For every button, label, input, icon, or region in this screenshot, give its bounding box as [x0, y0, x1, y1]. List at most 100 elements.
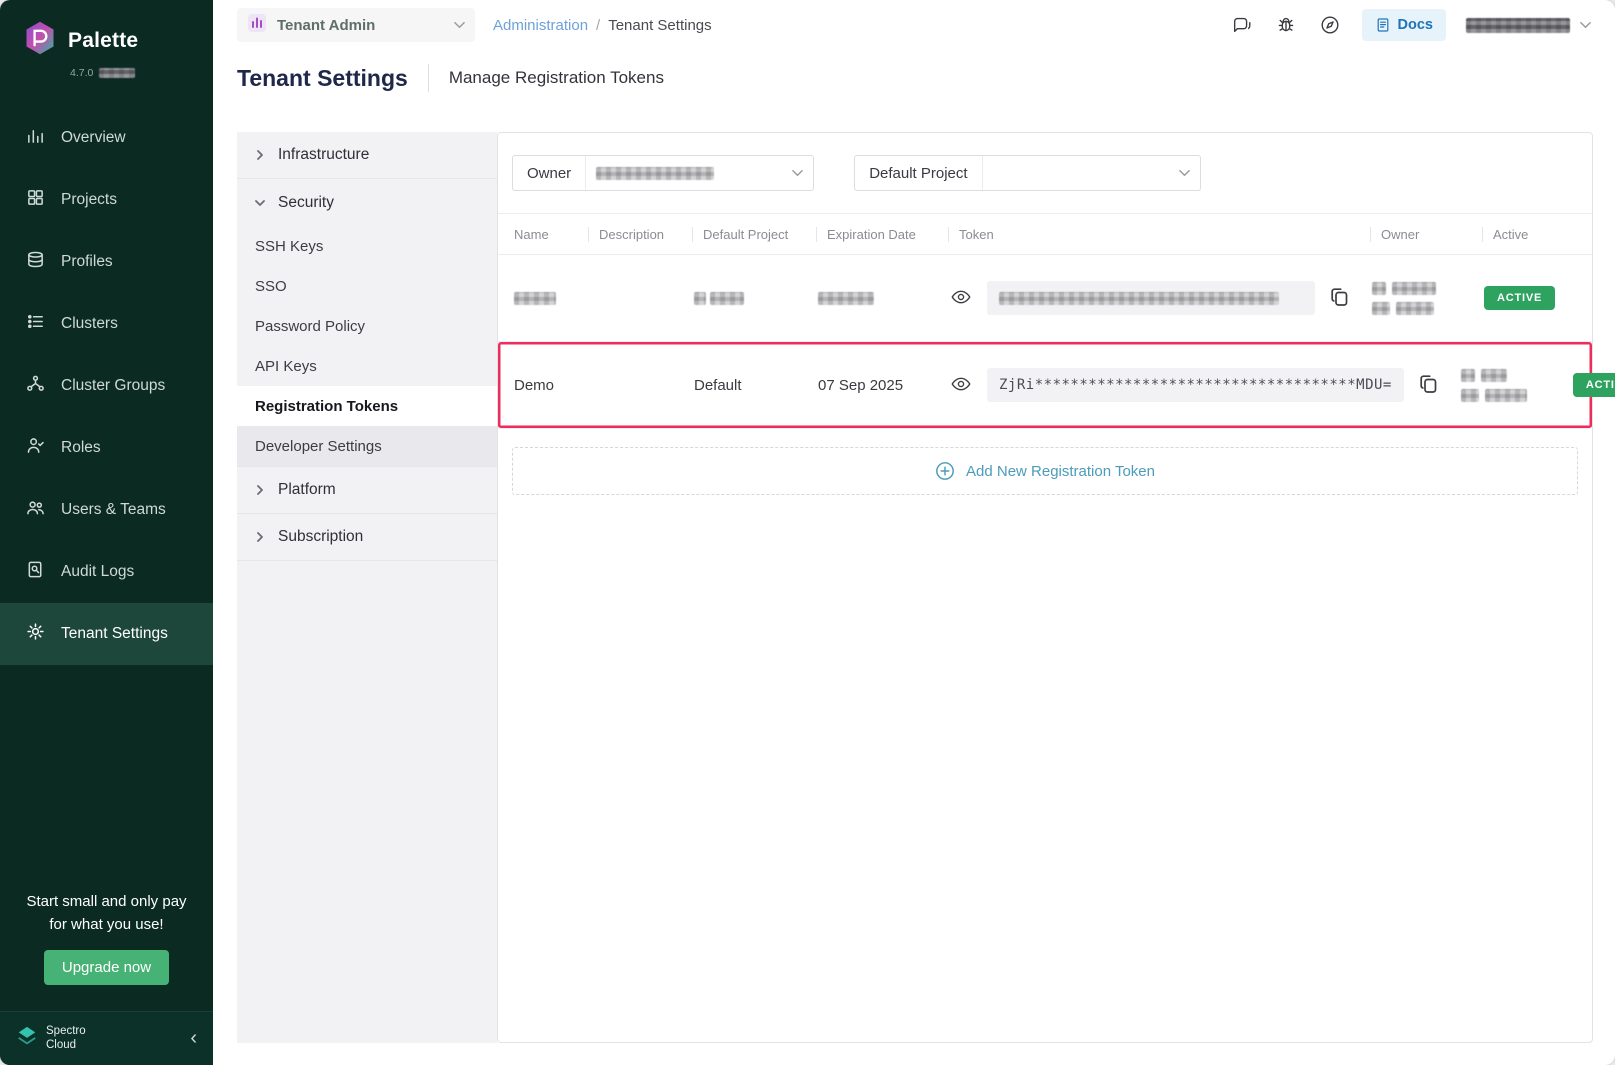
sidebar-item-label: Users & Teams: [61, 501, 166, 519]
sidebar-item-label: Roles: [61, 439, 101, 457]
upgrade-now-button[interactable]: Upgrade now: [44, 950, 169, 985]
promo-text-line2: for what you use!: [14, 913, 199, 936]
sidebar-item-label: Clusters: [61, 315, 118, 333]
upgrade-promo: Start small and only pay for what you us…: [0, 890, 213, 996]
settings-group-subscription[interactable]: Subscription: [237, 514, 497, 561]
reveal-token-eye-icon[interactable]: [950, 373, 974, 397]
sidebar-item-audit-logs[interactable]: Audit Logs: [0, 541, 213, 603]
sidebar-item-label: Overview: [61, 129, 126, 147]
column-header-owner: Owner: [1370, 227, 1482, 242]
sidebar-collapse-button[interactable]: ‹: [190, 1027, 197, 1050]
filters-row: Owner Default Project: [498, 133, 1592, 213]
breadcrumb: Administration / Tenant Settings: [493, 17, 712, 34]
cell-default-project: Default: [692, 377, 816, 394]
column-header-default-project: Default Project: [692, 227, 816, 242]
token-value-field: [987, 281, 1315, 315]
status-badge: ACTIVE: [1484, 286, 1555, 310]
spectro-cloud-logo-icon: [16, 1025, 38, 1052]
owner-filter-select[interactable]: [585, 156, 813, 190]
page-title: Tenant Settings: [237, 65, 408, 92]
topbar-actions: Docs: [1230, 9, 1591, 41]
projects-icon: [26, 188, 45, 212]
clusters-icon: [26, 312, 45, 336]
sidebar-item-profiles[interactable]: Profiles: [0, 231, 213, 293]
settings-item-ssh-keys[interactable]: SSH Keys: [237, 226, 497, 266]
docs-label: Docs: [1398, 17, 1433, 33]
registration-tokens-panel: Owner Default Project Name: [497, 132, 1593, 1043]
sidebar-item-cluster-groups[interactable]: Cluster Groups: [0, 355, 213, 417]
security-items: SSH Keys SSO Password Policy API Keys Re…: [237, 226, 497, 467]
scope-label: Tenant Admin: [277, 17, 444, 34]
sidebar-item-projects[interactable]: Projects: [0, 169, 213, 231]
feedback-chat-icon[interactable]: [1230, 13, 1254, 37]
page-header: Tenant Settings Manage Registration Toke…: [213, 50, 1615, 106]
default-project-filter-label: Default Project: [855, 156, 981, 190]
user-menu[interactable]: [1466, 18, 1591, 33]
settings-item-sso[interactable]: SSO: [237, 266, 497, 306]
promo-text-line1: Start small and only pay: [14, 890, 199, 913]
table-row[interactable]: ACTIVE: [498, 255, 1592, 342]
cell-name: [512, 290, 588, 307]
sidebar-item-label: Tenant Settings: [61, 625, 168, 643]
sidebar-item-label: Projects: [61, 191, 117, 209]
chevron-down-icon: [255, 198, 265, 208]
table-row-demo[interactable]: Demo Default 07 Sep 2025 ZjRi***********…: [498, 342, 1592, 429]
sidebar-nav: Overview Projects Profiles Clusters Clus…: [0, 107, 213, 665]
owner-filter-label: Owner: [513, 156, 585, 190]
settings-group-security[interactable]: Security: [237, 179, 497, 226]
column-header-expiration-date: Expiration Date: [816, 227, 948, 242]
chevron-down-icon: [1179, 169, 1190, 177]
add-registration-token-button[interactable]: Add New Registration Token: [512, 447, 1578, 495]
column-header-name: Name: [512, 227, 588, 242]
default-project-filter: Default Project: [854, 155, 1200, 191]
brand: Palette: [0, 0, 213, 61]
sidebar-item-users-teams[interactable]: Users & Teams: [0, 479, 213, 541]
audit-logs-icon: [26, 560, 45, 584]
redacted-owner-filter-value: [596, 167, 714, 180]
spectro-cloud-brand: Spectro Cloud: [16, 1025, 86, 1053]
profiles-icon: [26, 250, 45, 274]
roles-icon: [26, 436, 45, 460]
docs-button[interactable]: Docs: [1362, 9, 1446, 41]
token-value-field: ZjRi************************************…: [987, 368, 1404, 402]
version-label: 4.7.0: [0, 61, 213, 79]
default-project-filter-select[interactable]: [982, 156, 1200, 190]
bug-report-icon[interactable]: [1274, 13, 1298, 37]
sidebar-item-clusters[interactable]: Clusters: [0, 293, 213, 355]
reveal-token-eye-icon[interactable]: [950, 286, 974, 310]
cell-active: ACTIVE: [1571, 373, 1615, 397]
settings-item-developer-settings[interactable]: Developer Settings: [237, 426, 497, 466]
chevron-down-icon: [454, 21, 465, 29]
settings-item-registration-tokens[interactable]: Registration Tokens: [237, 386, 497, 426]
settings-item-api-keys[interactable]: API Keys: [237, 346, 497, 386]
settings-item-password-policy[interactable]: Password Policy: [237, 306, 497, 346]
breadcrumb-administration-link[interactable]: Administration: [493, 17, 588, 34]
cell-owner: [1370, 282, 1482, 315]
chevron-right-icon: [255, 485, 265, 495]
column-header-description: Description: [588, 227, 692, 242]
cell-token: ZjRi************************************…: [948, 368, 1459, 402]
scope-selector[interactable]: Tenant Admin: [237, 8, 475, 42]
plus-circle-icon: [935, 461, 955, 481]
column-header-token: Token: [948, 227, 1370, 242]
sidebar-item-roles[interactable]: Roles: [0, 417, 213, 479]
copy-token-icon[interactable]: [1417, 372, 1443, 398]
redacted-user-name: [1466, 18, 1570, 33]
add-registration-token-label: Add New Registration Token: [966, 463, 1155, 480]
owner-filter: Owner: [512, 155, 814, 191]
explore-compass-icon[interactable]: [1318, 13, 1342, 37]
chevron-right-icon: [255, 150, 265, 160]
users-teams-icon: [26, 498, 45, 522]
cell-active: ACTIVE: [1482, 286, 1578, 310]
settings-nav: Infrastructure Security SSH Keys SSO Pas…: [237, 132, 497, 1043]
sidebar-item-overview[interactable]: Overview: [0, 107, 213, 169]
scope-grid-icon: [247, 13, 267, 38]
copy-token-icon[interactable]: [1328, 285, 1354, 311]
app-window: Palette 4.7.0 Overview Projects Profiles…: [0, 0, 1615, 1065]
settings-group-platform[interactable]: Platform: [237, 467, 497, 514]
settings-group-infrastructure[interactable]: Infrastructure: [237, 132, 497, 179]
sidebar-item-tenant-settings[interactable]: Tenant Settings: [0, 603, 213, 665]
breadcrumb-separator: /: [596, 17, 600, 34]
sidebar-item-label: Cluster Groups: [61, 377, 165, 395]
redacted-version-suffix: [99, 68, 135, 78]
